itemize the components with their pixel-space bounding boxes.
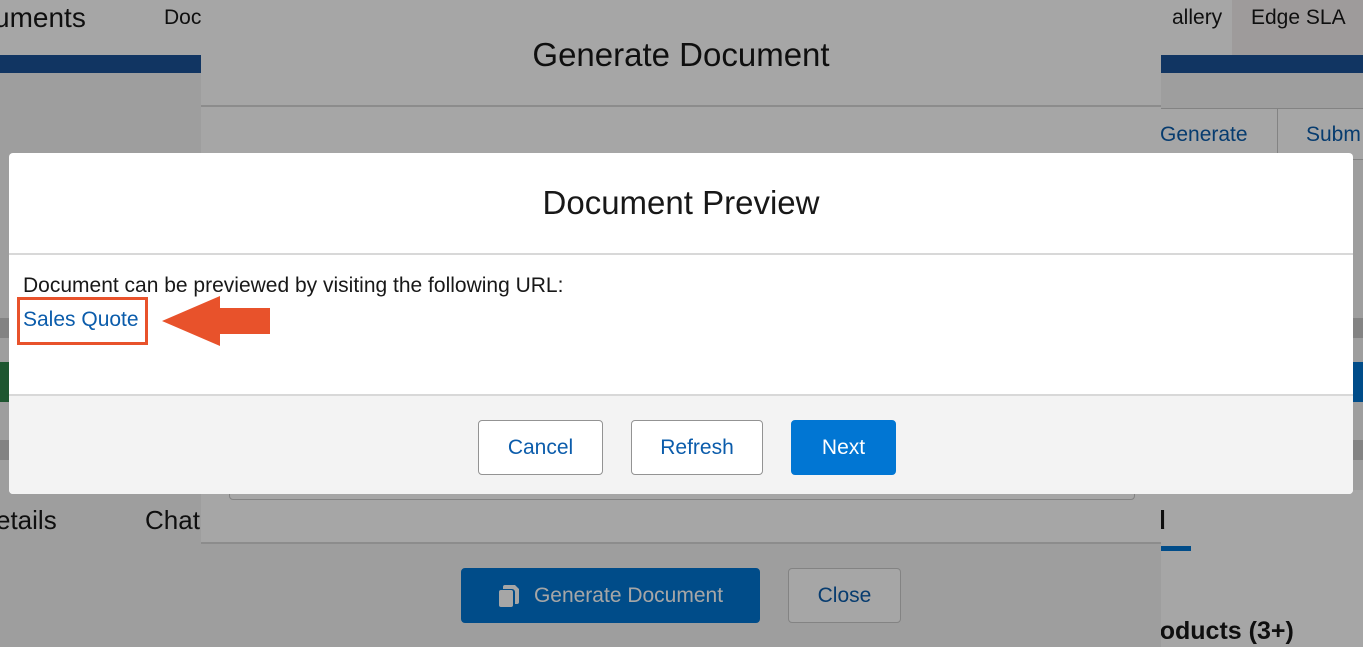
preview-message: Document can be previewed by visiting th… <box>23 274 564 297</box>
document-preview-modal: Document Preview Document can be preview… <box>9 153 1353 494</box>
left-arrow-icon <box>162 296 270 346</box>
preview-modal-footer: Cancel Refresh Next <box>9 394 1353 494</box>
preview-modal-title: Document Preview <box>542 184 820 221</box>
refresh-button[interactable]: Refresh <box>631 420 763 475</box>
cancel-button[interactable]: Cancel <box>478 420 603 475</box>
sales-quote-link[interactable]: Sales Quote <box>23 308 139 332</box>
preview-modal-header: Document Preview <box>9 153 1353 255</box>
next-button[interactable]: Next <box>791 420 896 475</box>
